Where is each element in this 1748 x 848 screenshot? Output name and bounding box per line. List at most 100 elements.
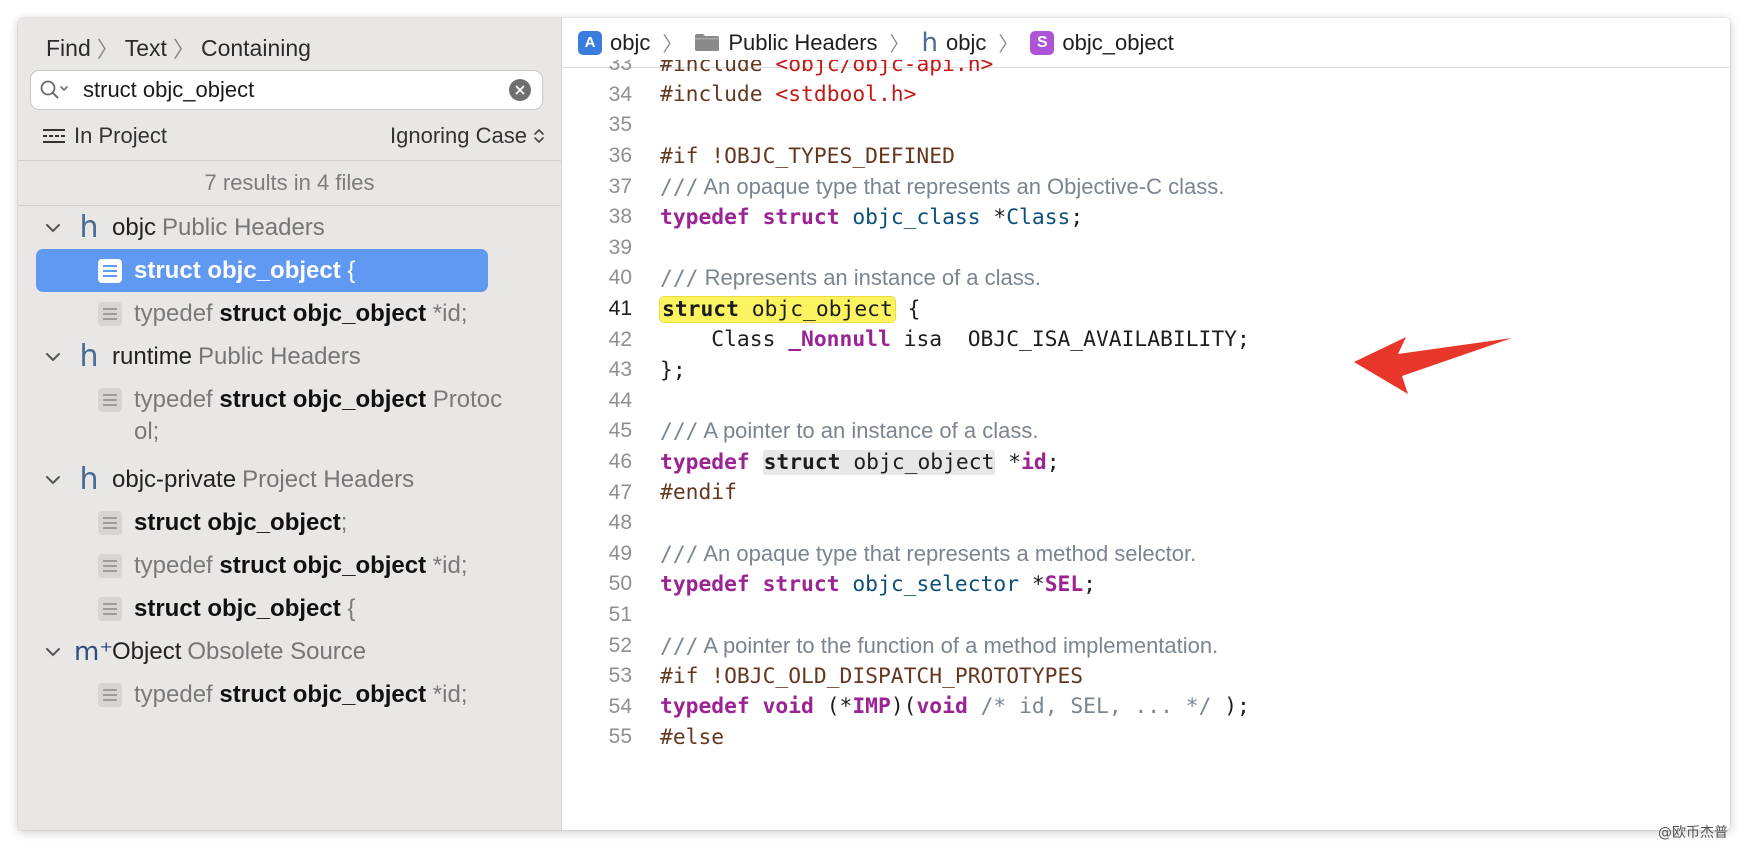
find-mode-find[interactable]: Find	[46, 35, 91, 62]
code-line: 38 typedef struct objc_class *Class;	[608, 204, 1084, 230]
result-file-object[interactable]: m⁺ Object Obsolete Source	[18, 630, 561, 673]
file-location: Public Headers	[198, 342, 361, 370]
code-line: 43};	[608, 357, 686, 383]
result-row[interactable]: struct objc_object {	[18, 587, 561, 630]
code-line: 48	[608, 511, 632, 535]
code-line: 46 typedef struct objc_object *id;	[608, 449, 1060, 475]
watermark: @欧币杰普	[1658, 825, 1728, 841]
code-area[interactable]: 33 #include <objc/objc-api.h> 34 #include …	[562, 60, 1730, 830]
search-match-highlight: struct objc_object	[660, 296, 895, 322]
chevron-down-icon[interactable]	[42, 647, 64, 657]
text-line-icon	[98, 511, 122, 535]
file-name: runtime	[112, 342, 193, 370]
code-line: 55 #else	[608, 724, 725, 750]
result-text: typedef struct objc_object *id;	[134, 300, 468, 327]
results-list: h objc Public Headers struct objc_object…	[18, 206, 561, 716]
text-line-icon	[98, 259, 122, 283]
jumpbar-file[interactable]: h objc	[922, 28, 987, 58]
objc-source-file-icon: m⁺	[74, 636, 114, 667]
text-line-icon	[98, 302, 122, 326]
scope-label: In Project	[74, 123, 167, 148]
result-text: struct objc_object {	[134, 595, 356, 622]
result-row-selected[interactable]: struct objc_object {	[18, 249, 561, 292]
find-mode-text[interactable]: Text	[125, 35, 167, 62]
code-line: 35	[608, 113, 632, 137]
result-text: typedef struct objc_object *id;	[134, 552, 468, 579]
chevron-right-icon: 〉	[96, 37, 119, 62]
file-name: objc-private	[112, 465, 237, 493]
result-row[interactable]: struct objc_object;	[18, 501, 561, 544]
code-line: 34 #include <stdbool.h>	[608, 82, 917, 108]
find-mode-containing[interactable]: Containing	[201, 35, 311, 62]
code-line: 47 #endif	[608, 480, 737, 506]
header-file-icon: h	[79, 339, 99, 374]
code-line: 53 #if !OBJC_OLD_DISPATCH_PROTOTYPES	[608, 663, 1084, 689]
clear-search-icon[interactable]	[509, 79, 531, 101]
result-file-objc-private[interactable]: h objc-private Project Headers	[18, 458, 561, 501]
code-line: 33 #include <objc/objc-api.h>	[608, 60, 994, 77]
result-row[interactable]: typedef struct objc_object *id;	[18, 544, 561, 587]
xcode-window: Find 〉 Text 〉 Containing struct objc_obj…	[18, 18, 1730, 830]
chevron-down-icon[interactable]	[42, 475, 64, 485]
header-file-icon: h	[921, 27, 939, 58]
jumpbar-folder[interactable]: Public Headers	[694, 30, 878, 56]
code-line: 45/// A pointer to an instance of a clas…	[608, 418, 1039, 445]
search-match-highlight: struct objc_object	[762, 449, 996, 475]
code-line: 44	[608, 388, 632, 412]
search-icon[interactable]	[31, 79, 77, 101]
code-line: 51	[608, 602, 632, 626]
header-file-icon: h	[79, 210, 99, 245]
result-text: struct objc_object;	[134, 509, 348, 536]
chevron-down-icon[interactable]	[42, 352, 64, 362]
header-file-icon: h	[79, 462, 99, 497]
text-line-icon	[98, 554, 122, 578]
code-line: 40/// Represents an instance of a class.	[608, 265, 1041, 292]
file-name: Object	[112, 637, 182, 665]
result-text: struct objc_object {	[134, 257, 356, 284]
up-down-chevron-icon	[534, 128, 544, 144]
struct-symbol-icon: S	[1030, 30, 1055, 55]
file-location: Public Headers	[162, 213, 325, 241]
case-label: Ignoring Case	[390, 123, 527, 148]
red-arrow-annotation	[1354, 337, 1512, 394]
code-line: 42 Class _Nonnull isa OBJC_ISA_AVAILABIL…	[608, 327, 1250, 353]
result-file-runtime[interactable]: h runtime Public Headers	[18, 335, 561, 378]
chevron-right-icon: 〉	[172, 37, 195, 62]
results-summary: 7 results in 4 files	[204, 170, 375, 195]
jumpbar-project[interactable]: A objc	[578, 30, 650, 56]
code-line: 49/// An opaque type that represents a m…	[608, 540, 1197, 567]
search-input[interactable]	[77, 77, 509, 103]
file-name: objc	[112, 213, 157, 241]
folder-icon	[695, 34, 720, 51]
jumpbar-symbol[interactable]: S objc_object	[1030, 30, 1174, 56]
result-text: typedef struct objc_object Protocol;	[134, 386, 503, 445]
result-text: typedef struct objc_object *id;	[134, 681, 468, 708]
chevron-right-icon: 〉	[662, 34, 683, 56]
result-file-objc[interactable]: h objc Public Headers	[18, 206, 561, 249]
xcode-project-icon: A	[578, 30, 602, 55]
find-navigator: Find 〉 Text 〉 Containing struct objc_obj…	[18, 18, 562, 830]
file-location: Obsolete Source	[187, 637, 367, 665]
code-line: 54 typedef void (*IMP)(void /* id, SEL, .…	[608, 694, 1250, 720]
text-line-icon	[98, 683, 122, 707]
chevron-down-icon[interactable]	[42, 223, 64, 233]
divider	[18, 160, 561, 161]
file-location: Project Headers	[242, 465, 415, 493]
code-line: 39	[608, 235, 632, 259]
find-mode-breadcrumb: Find 〉 Text 〉 Containing	[46, 30, 311, 66]
chevron-right-icon: 〉	[998, 34, 1019, 56]
text-line-icon	[98, 597, 122, 621]
code-line: 52/// A pointer to the function of a met…	[608, 632, 1219, 659]
result-row[interactable]: typedef struct objc_object Protocol;	[18, 378, 561, 458]
code-line-current: 41 struct objc_object {	[608, 296, 921, 322]
scope-icon	[43, 129, 65, 143]
search-scope-button[interactable]: In Project	[42, 123, 167, 149]
code-line: 50 typedef struct objc_selector *SEL;	[608, 571, 1096, 597]
result-row[interactable]: typedef struct objc_object *id;	[18, 292, 561, 335]
source-editor: A objc 〉 Public Headers 〉 h objc 〉 S obj…	[562, 18, 1730, 830]
chevron-right-icon: 〉	[889, 34, 910, 56]
case-sensitivity-popup[interactable]: Ignoring Case	[390, 123, 545, 149]
result-row[interactable]: typedef struct objc_object *id;	[18, 673, 561, 716]
search-options-bar: In Project Ignoring Case	[42, 121, 545, 151]
search-field[interactable]	[30, 70, 543, 110]
